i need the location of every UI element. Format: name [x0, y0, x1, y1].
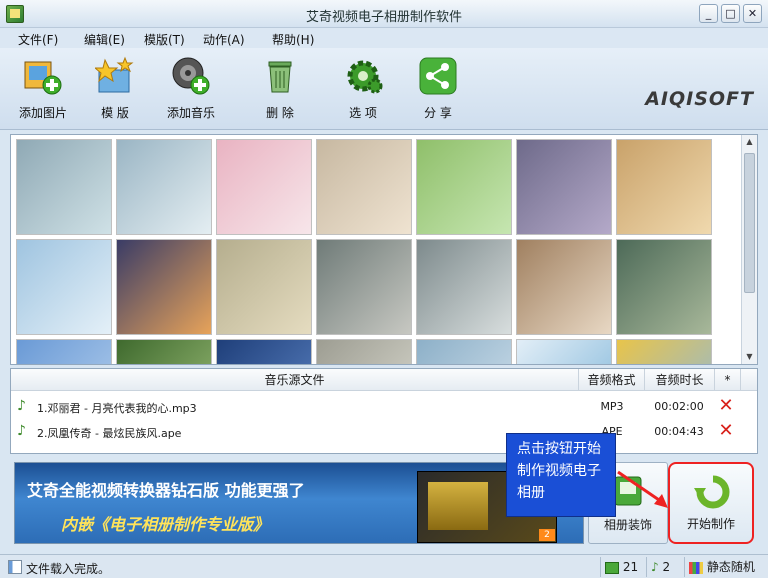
status-document-icon — [8, 560, 22, 574]
status-bar: 文件载入完成。 21 ♪ 2 静态随机 — [0, 554, 768, 578]
maximize-button[interactable]: □ — [721, 4, 740, 23]
column-header-duration[interactable]: 音频时长 — [645, 369, 715, 391]
column-header-source[interactable]: 音乐源文件 — [11, 369, 579, 391]
vertical-scrollbar[interactable]: ▲ ▼ — [741, 135, 757, 364]
table-row[interactable]: ♪ 1.邓丽君 - 月亮代表我的心.mp3 MP3 00:02:00 ✕ — [11, 394, 757, 418]
banner-line2: 内嵌《电子相册制作专业版》 — [61, 515, 270, 534]
photo-thumbnail[interactable] — [16, 239, 112, 335]
add-image-icon — [23, 56, 63, 96]
tool-label: 添加图片 — [18, 106, 67, 120]
ad-banner[interactable]: 艾奇全能视频转换器钻石版 功能更强了 内嵌《电子相册制作专业版》 2 — [14, 462, 584, 544]
music-file-name: 1.邓丽君 - 月亮代表我的心.mp3 — [37, 402, 197, 415]
photo-thumbnail[interactable] — [216, 339, 312, 364]
scroll-up-arrow-icon[interactable]: ▲ — [742, 135, 757, 149]
tool-label: 添加音乐 — [166, 106, 215, 120]
status-image-count: 21 — [600, 557, 646, 577]
music-count-value: 2 — [662, 560, 671, 574]
delete-button[interactable]: 删 除 — [245, 56, 315, 121]
mode-value: 静态随机 — [706, 560, 755, 574]
status-text: 文件载入完成。 — [26, 562, 111, 576]
share-icon — [418, 56, 458, 96]
banner-page-indicator[interactable]: 2 — [539, 529, 555, 541]
music-note-icon: ♪ — [17, 398, 26, 414]
menu-help[interactable]: 帮助(H) — [272, 31, 314, 48]
share-button[interactable]: 分 享 — [403, 56, 473, 121]
status-music-count: ♪ 2 — [646, 557, 684, 577]
photo-thumbnail[interactable] — [516, 239, 612, 335]
menu-bar: 文件(F) 编辑(E) 模版(T) 动作(A) 帮助(H) — [0, 28, 768, 48]
photo-thumbnail[interactable] — [416, 139, 512, 235]
title-bar: 艾奇视频电子相册制作软件 _ □ ✕ — [0, 0, 768, 28]
refresh-arrow-icon — [694, 474, 732, 510]
menu-edit[interactable]: 编辑(E) — [84, 31, 125, 48]
trash-icon — [260, 56, 300, 96]
photo-thumbnail[interactable] — [316, 339, 412, 364]
photo-thumbnail[interactable] — [316, 139, 412, 235]
banner-line1: 艾奇全能视频转换器钻石版 功能更强了 — [27, 481, 305, 500]
template-icon — [93, 56, 135, 96]
tool-label: 删 除 — [266, 106, 294, 120]
menu-file[interactable]: 文件(F) — [18, 31, 58, 48]
photo-thumbnail[interactable] — [416, 239, 512, 335]
music-format: MP3 — [600, 400, 624, 413]
table-row[interactable]: ♪ 2.凤凰传奇 - 最炫民族风.ape APE 00:04:43 ✕ — [11, 419, 757, 443]
photo-thumbnail[interactable] — [16, 139, 112, 235]
template-button[interactable]: 模 版 — [80, 56, 150, 121]
toolbar: 添加图片 模 版 添加音乐 删 除 选 项 分 享 AIQISOFT — [0, 48, 768, 130]
brand-logo: AIQISOFT — [645, 88, 754, 110]
music-file-name: 2.凤凰传奇 - 最炫民族风.ape — [37, 427, 182, 440]
options-button[interactable]: 选 项 — [328, 56, 398, 121]
decorate-label: 相册装饰 — [603, 518, 652, 532]
column-header-format[interactable]: 音频格式 — [579, 369, 645, 391]
photo-thumbnail[interactable] — [616, 239, 712, 335]
menu-template[interactable]: 模版(T) — [144, 31, 185, 48]
photo-thumbnail[interactable] — [516, 139, 612, 235]
status-mode: 静态随机 — [684, 557, 768, 577]
tool-label: 选 项 — [349, 106, 377, 120]
add-music-button[interactable]: 添加音乐 — [156, 56, 226, 121]
minimize-button[interactable]: _ — [699, 4, 718, 23]
photo-thumbnail[interactable] — [216, 139, 312, 235]
photo-thumbnail[interactable] — [616, 139, 712, 235]
photo-thumbnail[interactable] — [116, 139, 212, 235]
music-list: 音乐源文件 音频格式 音频时长 * ♪ 1.邓丽君 - 月亮代表我的心.mp3 … — [10, 368, 758, 454]
photo-thumbnail[interactable] — [416, 339, 512, 364]
close-button[interactable]: ✕ — [743, 4, 762, 23]
callout-arrow-icon — [617, 470, 668, 508]
gear-icon — [343, 56, 383, 96]
music-duration: 00:04:43 — [654, 425, 704, 438]
delete-x-icon[interactable]: ✕ — [717, 397, 735, 415]
tool-label: 分 享 — [424, 106, 452, 120]
delete-x-icon[interactable]: ✕ — [717, 422, 735, 440]
window-title: 艾奇视频电子相册制作软件 — [305, 10, 462, 25]
image-thumbnail-grid: ▲ ▼ — [10, 134, 758, 365]
music-note-icon: ♪ — [17, 423, 26, 439]
start-label: 开始制作 — [686, 517, 735, 531]
image-count-value: 21 — [622, 560, 639, 574]
menu-action[interactable]: 动作(A) — [203, 31, 245, 48]
column-header-spacer — [741, 369, 757, 391]
photo-thumbnail[interactable] — [216, 239, 312, 335]
music-duration: 00:02:00 — [654, 400, 704, 413]
photo-thumbnail[interactable] — [316, 239, 412, 335]
photo-thumbnail[interactable] — [16, 339, 112, 364]
music-count-icon: ♪ — [651, 560, 659, 574]
photo-thumbnail[interactable] — [116, 239, 212, 335]
mode-icon — [689, 561, 703, 574]
photo-thumbnail[interactable] — [516, 339, 612, 364]
start-making-button[interactable]: 开始制作 — [668, 462, 754, 544]
window-controls: _ □ ✕ — [699, 4, 762, 23]
tool-label: 模 版 — [101, 106, 129, 120]
hint-callout: 点击按钮开始制作视频电子相册 — [506, 433, 616, 517]
photo-thumbnail[interactable] — [116, 339, 212, 364]
column-header-delete[interactable]: * — [715, 369, 741, 391]
add-image-button[interactable]: 添加图片 — [8, 56, 78, 121]
image-count-icon — [605, 561, 619, 574]
add-music-icon — [171, 56, 211, 96]
scroll-down-arrow-icon[interactable]: ▼ — [742, 350, 757, 364]
scrollbar-thumb[interactable] — [744, 153, 755, 293]
photo-thumbnail[interactable] — [616, 339, 712, 364]
